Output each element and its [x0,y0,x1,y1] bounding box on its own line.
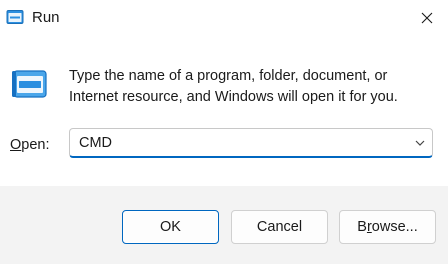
close-button[interactable] [406,0,448,36]
run-dialog: Run Type the name of a program, folder, … [0,0,448,264]
button-bar: OK Cancel Browse... [0,186,448,264]
run-dialog-icon [12,70,47,98]
window-title: Run [32,9,60,26]
instruction-line-2: Internet resource, and Windows will open… [69,89,398,105]
open-label-hotkey: O [10,137,22,153]
cancel-button[interactable]: Cancel [231,210,328,244]
open-label-text: pen: [21,137,50,153]
open-label: Open: [10,135,50,155]
title-bar[interactable]: Run [0,0,448,36]
browse-label-rest: owse... [371,219,418,235]
ok-button[interactable]: OK [122,210,219,244]
browse-label-prefix: B [357,219,367,235]
close-icon [421,12,433,24]
dialog-body: Type the name of a program, folder, docu… [0,36,448,186]
browse-button[interactable]: Browse... [339,210,436,244]
chevron-down-icon[interactable] [414,137,426,149]
instruction-text: Type the name of a program, folder, docu… [69,66,439,108]
run-icon [6,10,24,24]
instruction-line-1: Type the name of a program, folder, docu… [69,68,388,84]
open-input[interactable]: CMD [79,134,112,153]
open-combobox[interactable]: CMD [69,128,433,158]
